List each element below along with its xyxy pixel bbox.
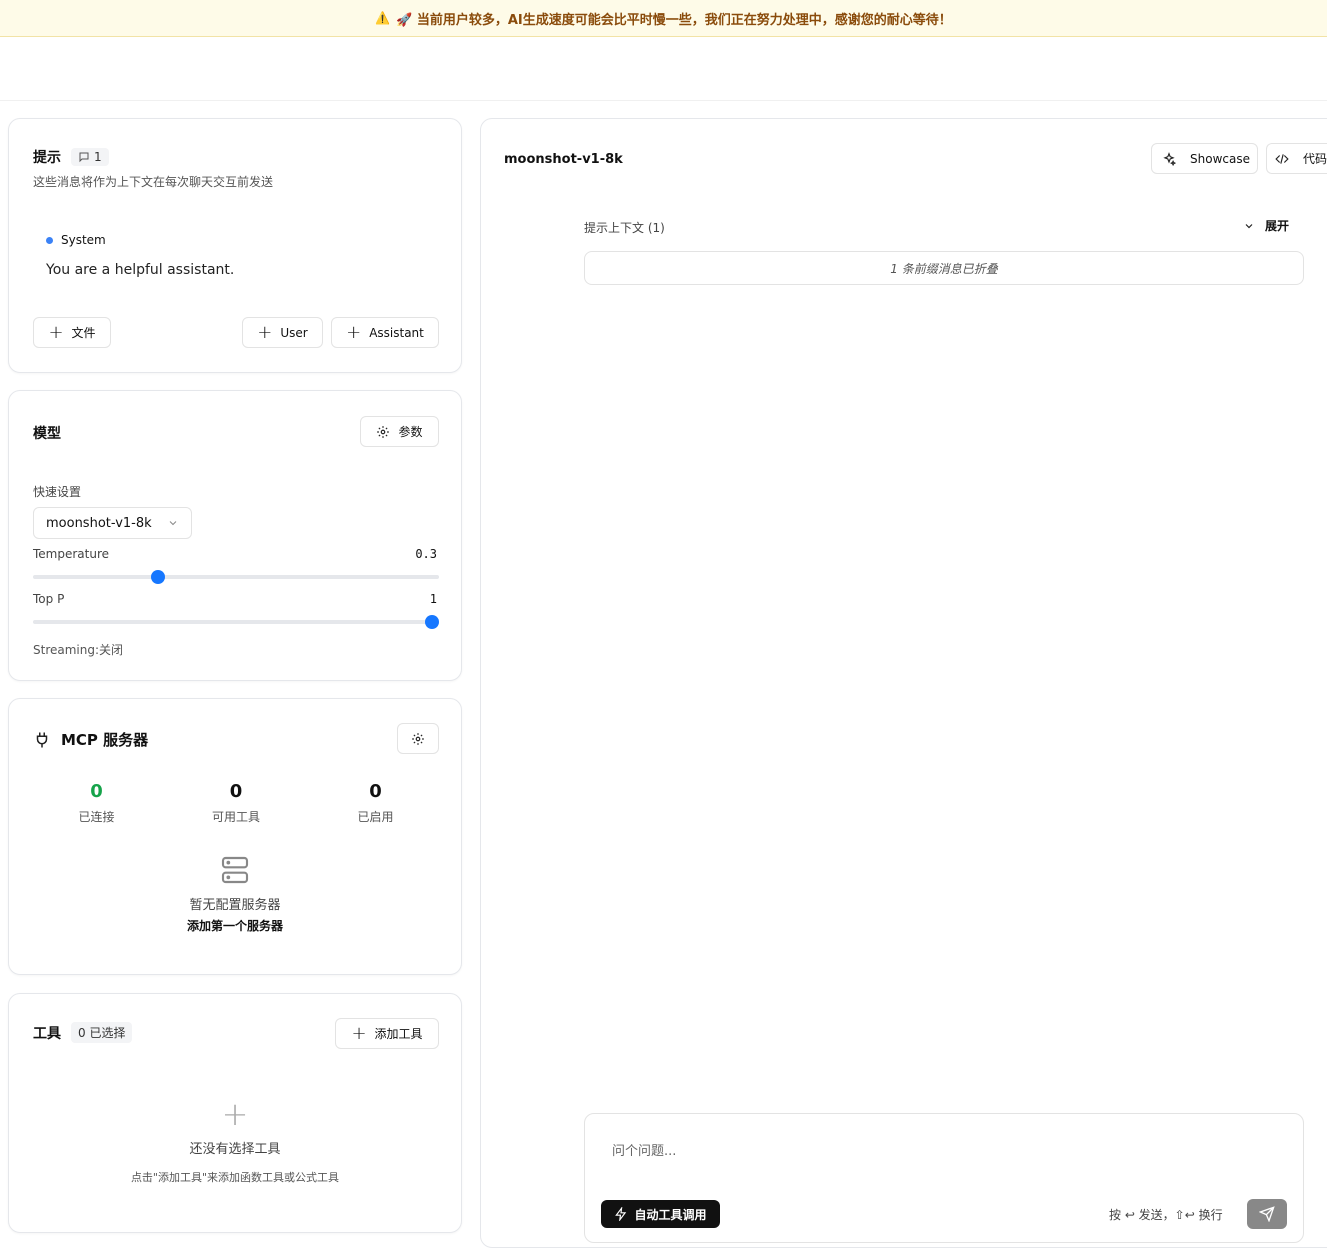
add-file-label: 文件	[71, 326, 96, 340]
top-p-slider[interactable]	[33, 615, 439, 629]
plug-icon	[36, 732, 48, 747]
mcp-stats: 0 已连接 0 可用工具 0 已启用	[27, 781, 445, 825]
gear-icon	[377, 425, 390, 438]
mcp-card: MCP 服务器 0 已连接 0 可用工具 0 已启用 暂无配置服务器 添加第一个…	[8, 698, 462, 975]
notice-banner: ⚠️ 🚀 当前用户较多，AI生成速度可能会比平时慢一些，我们正在努力处理中，感谢…	[0, 0, 1327, 37]
selected-model: moonshot-v1-8k	[46, 515, 152, 531]
chat-model-name: moonshot-v1-8k	[504, 152, 623, 167]
params-label: 参数	[398, 425, 423, 439]
gear-icon	[412, 732, 424, 745]
lightning-icon	[615, 1207, 627, 1221]
expand-toggle[interactable]: 展开	[1243, 217, 1289, 234]
tools-title: 工具	[33, 1025, 61, 1042]
code-icon	[1275, 153, 1289, 164]
message-count-badge: 1	[71, 148, 109, 166]
temperature-slider-thumb[interactable]	[150, 570, 165, 584]
system-message-header: System	[46, 233, 106, 247]
tools-empty-desc: 点击"添加工具"来添加函数工具或公式工具	[130, 1171, 340, 1184]
prompt-card: 提示 1 这些消息将作为上下文在每次聊天交互前发送 System You are…	[8, 118, 462, 373]
temperature-value: 0.3	[415, 547, 437, 561]
quick-settings-label: 快速设置	[33, 485, 82, 499]
temperature-slider[interactable]	[33, 570, 439, 584]
warning-icon: ⚠️	[375, 11, 391, 25]
sparkles-icon	[1163, 151, 1176, 166]
add-first-server-link[interactable]: 添加第一个服务器	[187, 917, 283, 934]
streaming-status: Streaming:关闭	[33, 643, 124, 657]
context-label: 提示上下文 (1)	[584, 221, 665, 235]
chevron-down-icon	[1245, 223, 1253, 228]
stat-value: 0	[229, 781, 243, 802]
add-user-button[interactable]: + User	[242, 317, 323, 348]
stat-label: 已连接	[78, 810, 115, 824]
role-dot-icon	[46, 236, 53, 244]
stat-label: 可用工具	[211, 810, 260, 824]
showcase-button[interactable]: Showcase	[1151, 143, 1258, 174]
auto-tool-call-button[interactable]: 自动工具调用	[601, 1200, 720, 1228]
banner-text: 🚀 当前用户较多，AI生成速度可能会比平时慢一些，我们正在努力处理中，感谢您的耐…	[396, 12, 952, 28]
model-select[interactable]: moonshot-v1-8k	[33, 507, 192, 539]
mcp-settings-button[interactable]	[397, 723, 439, 754]
stat-label: 已启用	[357, 810, 394, 824]
stat-connected: 0 已连接	[27, 781, 166, 825]
code-label: 代码	[1303, 152, 1327, 166]
add-tool-label: 添加工具	[374, 1027, 423, 1041]
top-p-label: Top P	[33, 592, 65, 606]
send-hint: 按 ↩ 发送，⇧↩ 换行	[1109, 1208, 1223, 1222]
auto-tool-call-label: 自动工具调用	[634, 1207, 707, 1222]
mcp-empty-state: 暂无配置服务器 添加第一个服务器	[9, 854, 461, 934]
params-button[interactable]: 参数	[360, 416, 439, 447]
mcp-empty-title: 暂无配置服务器	[189, 898, 281, 913]
add-assistant-button[interactable]: + Assistant	[331, 317, 439, 348]
add-user-label: User	[280, 325, 308, 340]
model-title: 模型	[33, 426, 61, 442]
stat-enabled: 0 已启用	[306, 781, 445, 825]
temperature-label: Temperature	[33, 547, 110, 561]
badge-count: 1	[94, 150, 102, 164]
header-area	[0, 37, 1327, 101]
add-assistant-label: Assistant	[369, 325, 424, 340]
chat-input-box: 问个问题... 自动工具调用 按 ↩ 发送，⇧↩ 换行	[584, 1113, 1304, 1243]
plus-icon: +	[48, 321, 64, 343]
add-file-button[interactable]: + 文件	[33, 317, 111, 348]
chat-input[interactable]: 问个问题...	[612, 1140, 676, 1159]
stat-available-tools: 0 可用工具	[167, 781, 306, 825]
expand-label: 展开	[1265, 219, 1290, 233]
top-p-slider-thumb[interactable]	[425, 615, 439, 629]
tools-empty-title: 还没有选择工具	[189, 1142, 281, 1157]
stat-value: 0	[90, 781, 103, 802]
system-message-text[interactable]: You are a helpful assistant.	[46, 262, 234, 278]
plus-icon: +	[221, 1095, 249, 1133]
send-icon	[1259, 1206, 1275, 1222]
tools-selected-badge: 0 已选择	[71, 1022, 133, 1043]
send-button[interactable]	[1247, 1199, 1287, 1229]
stat-value: 0	[369, 781, 382, 802]
plus-icon: +	[257, 321, 273, 343]
comment-icon	[79, 152, 89, 163]
server-icon	[221, 856, 249, 884]
collapsed-messages[interactable]: 1 条前缀消息已折叠	[584, 251, 1304, 285]
add-tool-button[interactable]: + 添加工具	[335, 1018, 439, 1049]
code-button[interactable]: 代码	[1266, 143, 1327, 174]
mcp-title: MCP 服务器	[61, 731, 149, 749]
prompt-description: 这些消息将作为上下文在每次聊天交互前发送	[33, 175, 274, 189]
tools-card: 工具 0 已选择 + 添加工具 + 还没有选择工具 点击"添加工具"来添加函数工…	[8, 993, 462, 1233]
showcase-label: Showcase	[1190, 151, 1250, 166]
message-role: System	[61, 233, 106, 247]
tools-empty-state: + 还没有选择工具 点击"添加工具"来添加函数工具或公式工具	[9, 1098, 461, 1185]
chevron-down-icon	[169, 521, 177, 526]
prompt-title: 提示	[33, 150, 61, 166]
top-p-value: 1	[429, 592, 437, 606]
chat-panel: moonshot-v1-8k Showcase 代码 提示上下文 (1) 展开 …	[480, 118, 1327, 1248]
plus-icon: +	[346, 321, 362, 343]
plus-icon: +	[351, 1022, 367, 1044]
model-card: 模型 参数 快速设置 moonshot-v1-8k Temperature 0.…	[8, 390, 462, 681]
